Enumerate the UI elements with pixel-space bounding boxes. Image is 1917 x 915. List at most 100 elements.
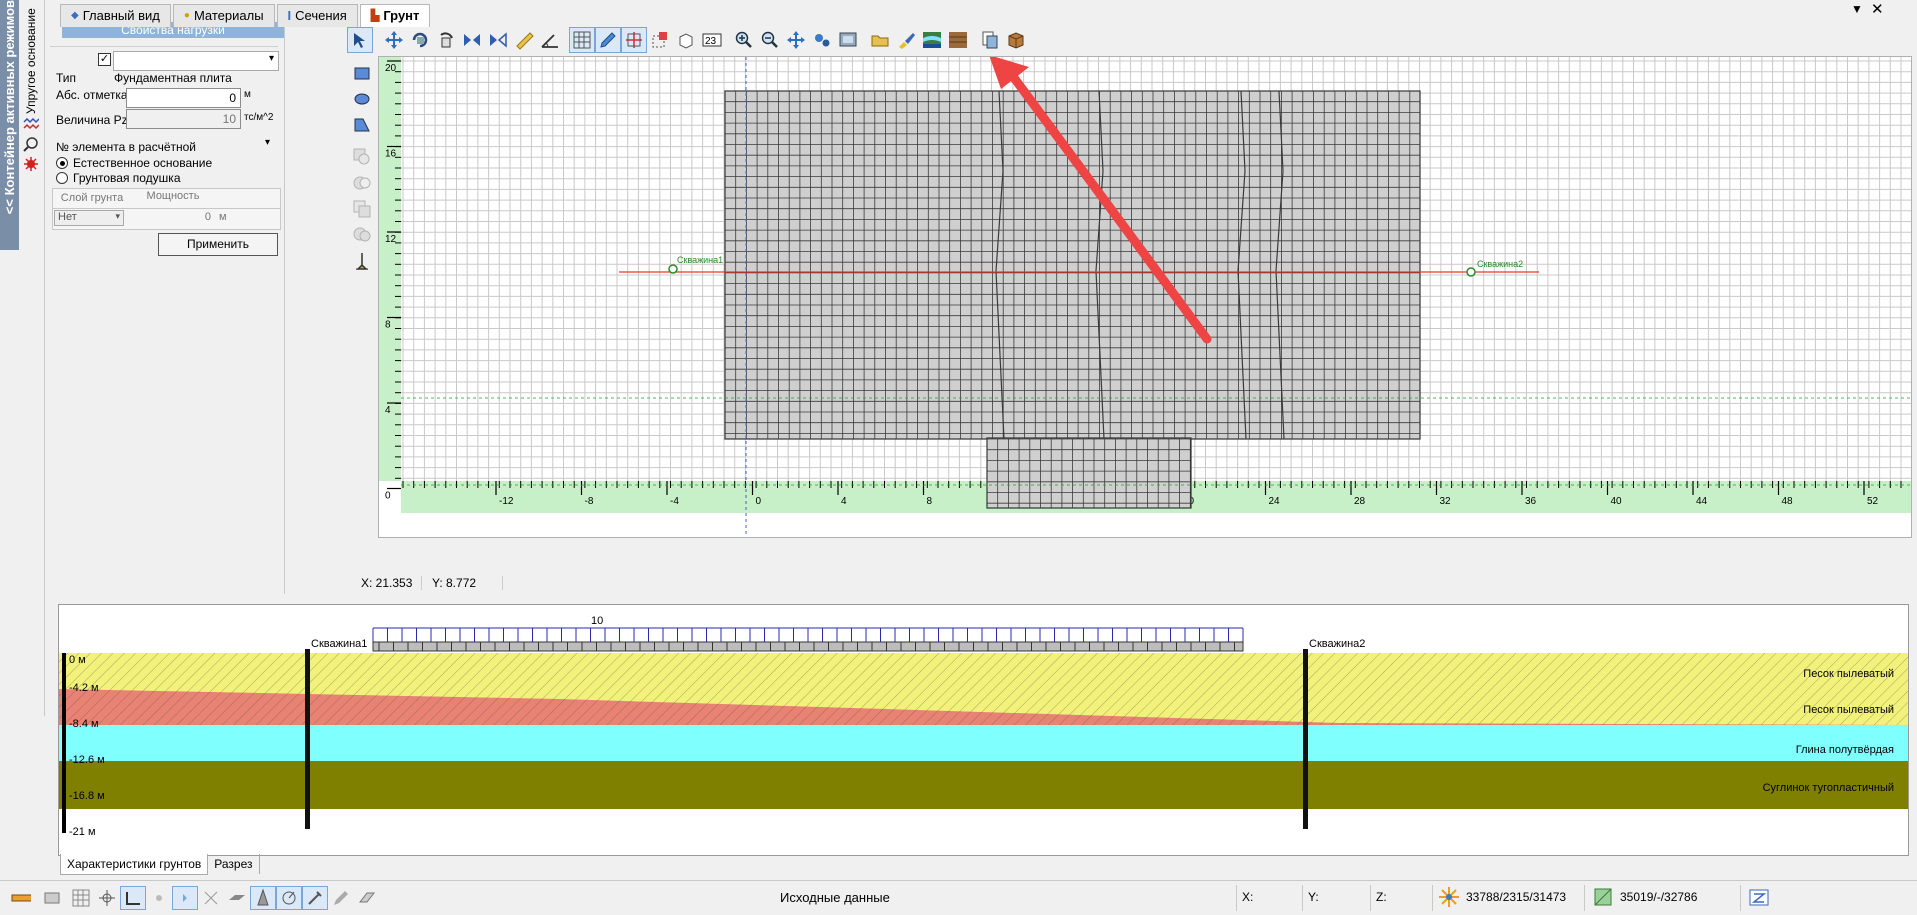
zoom-out-icon[interactable] <box>757 27 783 53</box>
depth-label: -8.4 м <box>69 718 99 730</box>
ruler-icon[interactable] <box>511 27 537 53</box>
row-soil-select[interactable]: Нет ▾ <box>54 210 124 226</box>
ellipse-tool-icon[interactable] <box>349 86 375 112</box>
snap-ortho-icon[interactable] <box>120 886 146 910</box>
spring-icon[interactable] <box>23 117 40 132</box>
soil-layer-3[interactable] <box>59 725 1908 761</box>
snap-point-icon[interactable] <box>146 885 172 911</box>
borehole-2-column[interactable] <box>1303 649 1308 829</box>
status-bar: Исходные данные X: Y: Z: 33788/2315/3147… <box>0 880 1917 915</box>
snap-grid-icon[interactable] <box>621 27 647 53</box>
polygon-tool-icon[interactable] <box>349 112 375 138</box>
row-thickness[interactable]: 0 <box>173 211 211 223</box>
tab-main-view[interactable]: ◆ Главный вид <box>60 3 171 27</box>
pz-input[interactable]: 10 <box>126 109 241 129</box>
cube-icon[interactable] <box>673 27 699 53</box>
mirror-x-icon[interactable] <box>459 27 485 53</box>
pencil-icon[interactable] <box>595 27 621 53</box>
tab-list-chevron-icon[interactable]: ▼ <box>1851 2 1863 16</box>
numbering-icon[interactable]: 23 <box>699 27 725 53</box>
snap-center-icon[interactable] <box>172 886 198 910</box>
tab-sections[interactable]: I Сечения <box>276 3 358 27</box>
chevron-down-icon: ▾ <box>115 211 120 221</box>
grid-toggle-icon[interactable] <box>569 27 595 53</box>
borehole-1-marker[interactable] <box>668 264 678 274</box>
abs-mark-input[interactable]: 0 <box>126 88 241 108</box>
gears-icon[interactable] <box>809 27 835 53</box>
chevron-down-icon: ▾ <box>264 137 270 148</box>
zoom-in-icon[interactable] <box>731 27 757 53</box>
slab-outline[interactable] <box>724 90 1421 440</box>
edit-icon[interactable] <box>328 885 354 911</box>
shape-intersect-icon[interactable] <box>349 196 375 222</box>
search-soil-icon[interactable] <box>23 136 39 152</box>
soil-layers-icon[interactable] <box>919 27 945 53</box>
close-icon[interactable]: ✕ <box>1871 0 1884 18</box>
borehole-1-column[interactable] <box>305 649 310 829</box>
pile-icon[interactable] <box>250 886 276 910</box>
soil-texture-icon[interactable] <box>945 27 971 53</box>
soil-layer-4[interactable] <box>59 761 1908 809</box>
pan-arrows-icon[interactable] <box>783 27 809 53</box>
elastic-base-mode-tab[interactable]: Упругое основание <box>20 0 42 118</box>
tab-materials[interactable]: ● Материалы <box>172 3 275 27</box>
tab-soil-characteristics[interactable]: Характеристики грунтов <box>60 853 209 875</box>
eraser-icon[interactable] <box>354 885 380 911</box>
x-tick-label: -12 <box>499 496 514 507</box>
shape-union-icon[interactable] <box>349 144 375 170</box>
depth-label: -21 м <box>69 826 96 838</box>
screenshot-icon[interactable] <box>835 27 861 53</box>
plan-view[interactable]: -12-8-4048121620242832364044485220161284… <box>378 56 1912 538</box>
tab-section[interactable]: Разрез <box>208 854 260 874</box>
snap-intersection-icon[interactable] <box>198 885 224 911</box>
soil-cushion-radio[interactable]: Грунтовая подушка <box>56 171 181 185</box>
select-rect-icon[interactable] <box>647 27 673 53</box>
load-select[interactable]: ▾ <box>113 51 279 71</box>
measure-icon[interactable] <box>276 886 302 910</box>
ruler-scale-icon[interactable] <box>4 885 38 911</box>
y-tick-label: 16 <box>385 149 397 160</box>
slab-extension[interactable] <box>986 437 1192 509</box>
paint-brush-icon[interactable] <box>893 27 919 53</box>
settings-red-icon[interactable] <box>23 156 39 172</box>
snap-node-icon[interactable] <box>94 885 120 911</box>
box-3d-icon[interactable] <box>1003 27 1029 53</box>
layer-plate-icon[interactable] <box>224 885 250 911</box>
container-label: << Контейнер активных режимов <box>2 0 17 215</box>
layer-name-label: Песок пылеватый <box>1803 668 1894 680</box>
view-mode-icon[interactable] <box>38 885 68 911</box>
settings-z-icon[interactable] <box>1748 886 1770 911</box>
plan-canvas[interactable]: -12-8-4048121620242832364044485220161284… <box>379 57 1911 537</box>
angle-icon[interactable] <box>537 27 563 53</box>
active-modes-container-toggle[interactable]: << Контейнер активных режимов <box>0 0 19 250</box>
section-canvas[interactable]: 0 м -4.2 м -8.4 м -12.6 м -16.8 м -21 м Песок … <box>59 605 1908 855</box>
pointer-tool-icon[interactable] <box>347 27 373 53</box>
copy-doc-icon[interactable] <box>977 27 1003 53</box>
bottom-tabs: Характеристики грунтов Разрез <box>60 853 260 875</box>
borehole-tool-icon[interactable] <box>349 248 375 274</box>
apply-button[interactable]: Применить <box>158 233 278 256</box>
pan-move-icon[interactable] <box>381 27 407 53</box>
shape-subtract-icon[interactable] <box>349 170 375 196</box>
shape-xor-icon[interactable] <box>349 222 375 248</box>
rotate-3d-icon[interactable] <box>433 27 459 53</box>
layer-name-label: Песок пылеватый <box>1803 704 1894 716</box>
x-tick-label: -8 <box>585 496 594 507</box>
borehole-2-label: Скважина2 <box>1477 259 1523 269</box>
tools-icon[interactable] <box>302 886 328 910</box>
x-tick-label: -4 <box>670 496 679 507</box>
borehole-2-marker[interactable] <box>1466 267 1476 277</box>
rotate-icon[interactable] <box>407 27 433 53</box>
mirror-y-icon[interactable] <box>485 27 511 53</box>
open-folder-icon[interactable] <box>867 27 893 53</box>
tab-soil[interactable]: ▙ Грунт <box>359 3 431 27</box>
visible-checkbox[interactable]: ✓ <box>98 53 111 66</box>
rectangle-tool-icon[interactable] <box>349 60 375 86</box>
snap-grid-status-icon[interactable] <box>68 885 94 911</box>
slab-section[interactable] <box>372 641 1244 652</box>
soil-cushion-label: Грунтовая подушка <box>73 171 181 185</box>
mode-label: Упругое основание <box>24 8 38 114</box>
element-number-select[interactable]: ▾ <box>200 136 276 154</box>
tab-soil-label: Грунт <box>383 8 420 23</box>
natural-base-radio[interactable]: Естественное основание <box>56 156 212 170</box>
